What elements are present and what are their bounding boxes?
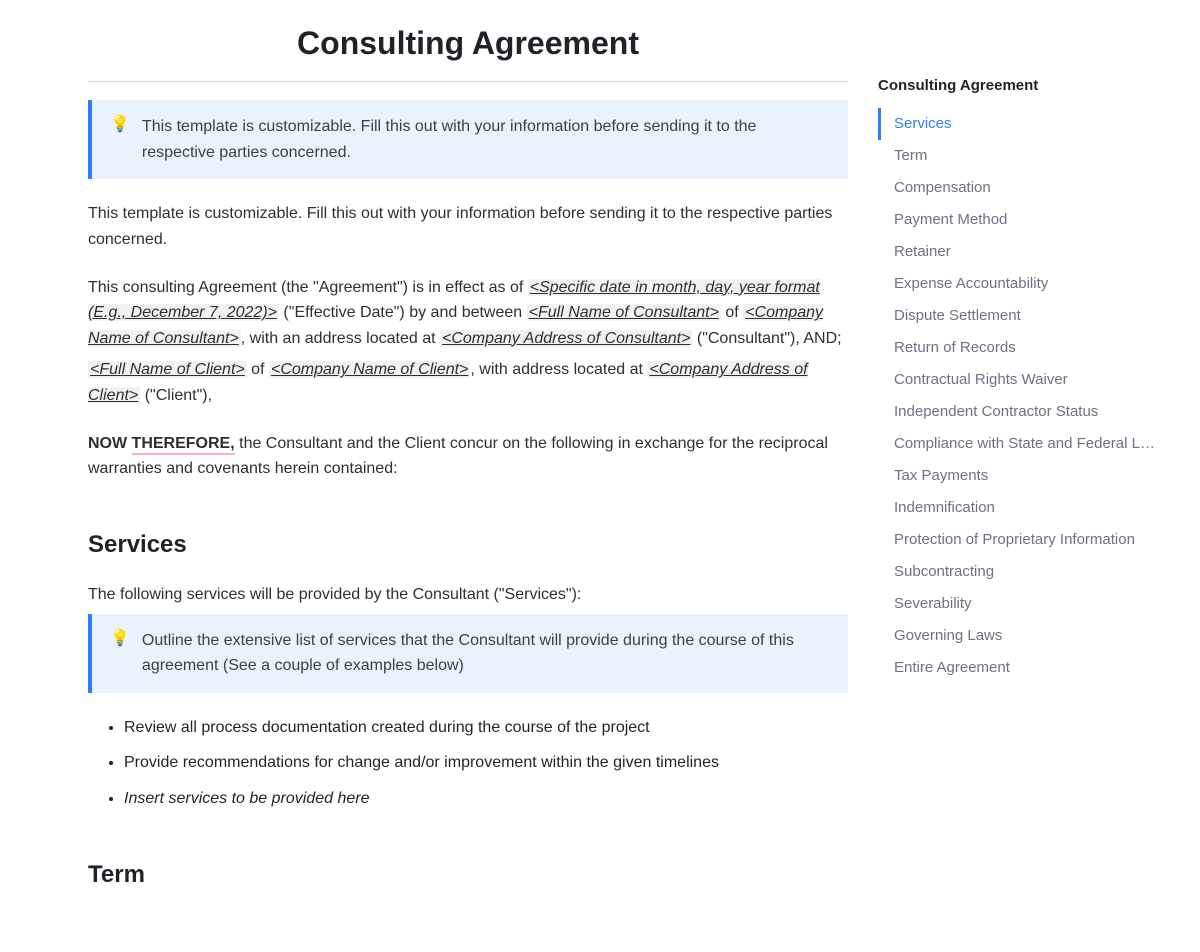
callout-text: Outline the extensive list of services t… [142,628,830,679]
text-fragment: ("Effective Date") by and between [279,304,527,321]
callout-template-notice: 💡 This template is customizable. Fill th… [88,100,848,179]
toc-item-payment-method[interactable]: Payment Method [878,204,1158,236]
toc-item-dispute-settlement[interactable]: Dispute Settlement [878,300,1158,332]
toc-item-term[interactable]: Term [878,140,1158,172]
toc-item-indemnification[interactable]: Indemnification [878,492,1158,524]
list-item[interactable]: Review all process documentation created… [124,715,848,741]
page-root: Consulting Agreement 💡 This template is … [0,0,1200,952]
toc-item-tax-payments[interactable]: Tax Payments [878,460,1158,492]
therefore-text: THEREFORE, [132,435,235,455]
toc-item-subcontracting[interactable]: Subcontracting [878,556,1158,588]
toc-item-expense-accountability[interactable]: Expense Accountability [878,268,1158,300]
document-body: Consulting Agreement 💡 This template is … [88,18,848,912]
text-fragment: of [721,304,743,321]
toc-item-return-of-records[interactable]: Return of Records [878,332,1158,364]
text-fragment: , with an address located at [241,330,440,347]
text-fragment: This consulting Agreement (the "Agreemen… [88,279,528,296]
callout-text: This template is customizable. Fill this… [142,114,830,165]
placeholder-client-company[interactable]: <Company Name of Client> [269,361,470,378]
toc-item-protection-proprietary[interactable]: Protection of Proprietary Information [878,524,1158,556]
toc-item-retainer[interactable]: Retainer [878,236,1158,268]
toc-item-independent-contractor-status[interactable]: Independent Contractor Status [878,396,1158,428]
toc-title: Consulting Agreement [878,74,1158,98]
placeholder-consultant-address[interactable]: <Company Address of Consultant> [440,330,692,347]
title-divider [88,81,848,82]
lightbulb-icon: 💡 [110,628,130,650]
agreement-paragraph-1[interactable]: This consulting Agreement (the "Agreemen… [88,275,848,352]
heading-term: Term [88,856,848,894]
text-fragment: , with address located at [470,361,647,378]
toc-item-contractual-rights-waiver[interactable]: Contractual Rights Waiver [878,364,1158,396]
text-fragment: ("Consultant"), AND; [692,330,841,347]
toc-item-compensation[interactable]: Compensation [878,172,1158,204]
list-item[interactable]: Provide recommendations for change and/o… [124,750,848,776]
services-list: Review all process documentation created… [88,715,848,812]
lightbulb-icon: 💡 [110,114,130,136]
text-fragment: ("Client"), [140,387,212,404]
list-item-placeholder[interactable]: Insert services to be provided here [124,786,848,812]
agreement-paragraph-2[interactable]: <Full Name of Client> of <Company Name o… [88,357,848,408]
toc-item-entire-agreement[interactable]: Entire Agreement [878,652,1158,684]
heading-services: Services [88,526,848,564]
services-lead: The following services will be provided … [88,582,848,608]
doc-title: Consulting Agreement [88,18,848,81]
now-therefore-paragraph: NOW THEREFORE, the Consultant and the Cl… [88,431,848,482]
toc-item-compliance[interactable]: Compliance with State and Federal Li… [878,428,1158,460]
toc-item-governing-laws[interactable]: Governing Laws [878,620,1158,652]
now-text: NOW [88,435,132,452]
table-of-contents: Consulting Agreement Services Term Compe… [878,18,1158,912]
callout-services-help: 💡 Outline the extensive list of services… [88,614,848,693]
placeholder-consultant-name[interactable]: <Full Name of Consultant> [527,304,721,321]
toc-item-services[interactable]: Services [878,108,1158,140]
placeholder-client-name[interactable]: <Full Name of Client> [88,361,247,378]
text-fragment: of [247,361,269,378]
toc-item-severability[interactable]: Severability [878,588,1158,620]
intro-paragraph: This template is customizable. Fill this… [88,201,848,252]
